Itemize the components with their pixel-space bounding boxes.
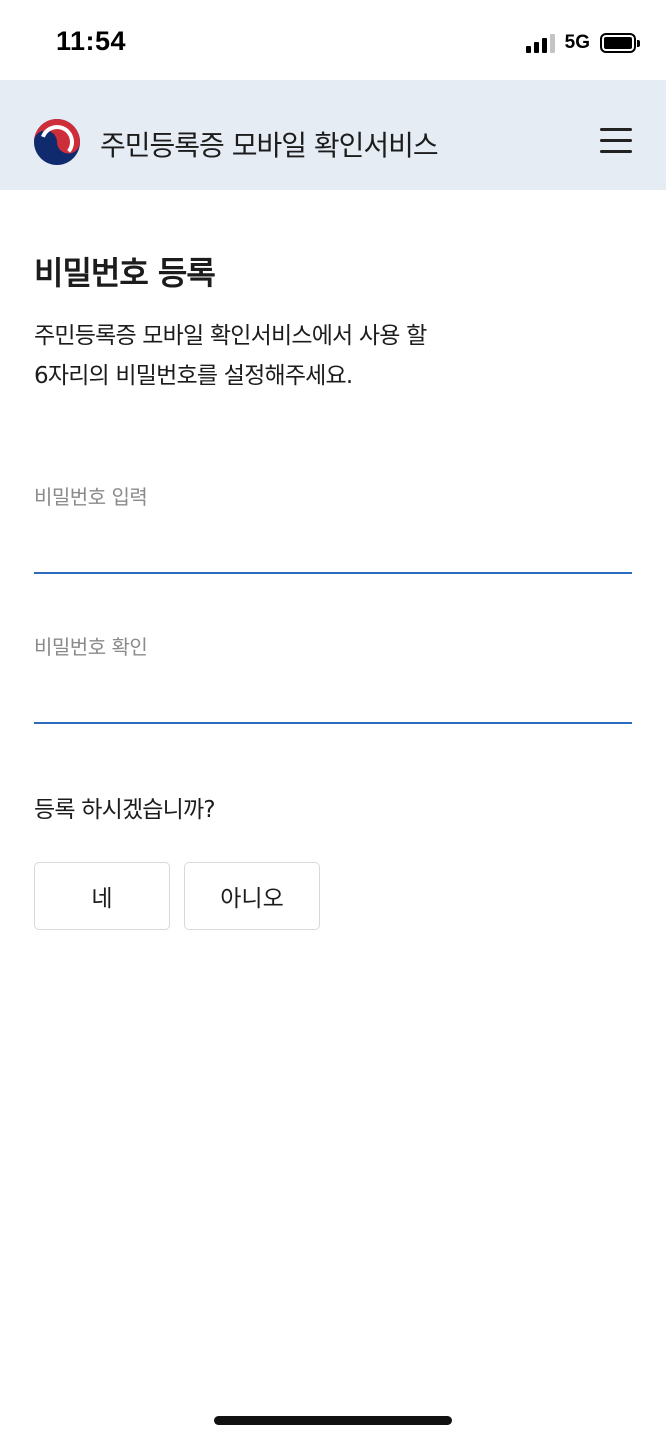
yes-button[interactable]: 네 bbox=[34, 862, 170, 930]
hamburger-menu-icon[interactable] bbox=[600, 128, 632, 156]
signal-icon bbox=[525, 33, 555, 53]
password-input[interactable] bbox=[34, 528, 632, 574]
description-line-2: 6자리의 비밀번호를 설정해주세요. bbox=[34, 363, 353, 389]
register-question: 등록 하시겠습니까? bbox=[34, 797, 216, 823]
page-description: 주민등록증 모바일 확인서비스에서 사용 할 6자리의 비밀번호를 설정해주세요… bbox=[34, 316, 634, 396]
password-confirm-input[interactable] bbox=[34, 678, 632, 724]
header-title: 주민등록증 모바일 확인서비스 bbox=[100, 129, 439, 162]
password-confirm-label: 비밀번호 확인 bbox=[34, 635, 148, 659]
password-label: 비밀번호 입력 bbox=[34, 485, 148, 509]
network-type: 5G bbox=[564, 32, 590, 53]
status-indicators: 5G bbox=[525, 30, 640, 56]
screen: 11:54 5G 주민등록증 모바일 확인서비스 비밀번호 등록 주민등록증 모… bbox=[0, 0, 666, 1440]
page-title: 비밀번호 등록 bbox=[34, 254, 216, 292]
app-header: 주민등록증 모바일 확인서비스 bbox=[0, 80, 666, 190]
home-indicator[interactable] bbox=[214, 1416, 452, 1425]
no-button[interactable]: 아니오 bbox=[184, 862, 320, 930]
status-bar: 11:54 5G bbox=[0, 0, 666, 80]
taegeuk-logo-icon bbox=[34, 119, 80, 165]
battery-icon bbox=[600, 33, 640, 53]
description-line-1: 주민등록증 모바일 확인서비스에서 사용 할 bbox=[34, 323, 427, 349]
status-time: 11:54 bbox=[56, 26, 127, 56]
